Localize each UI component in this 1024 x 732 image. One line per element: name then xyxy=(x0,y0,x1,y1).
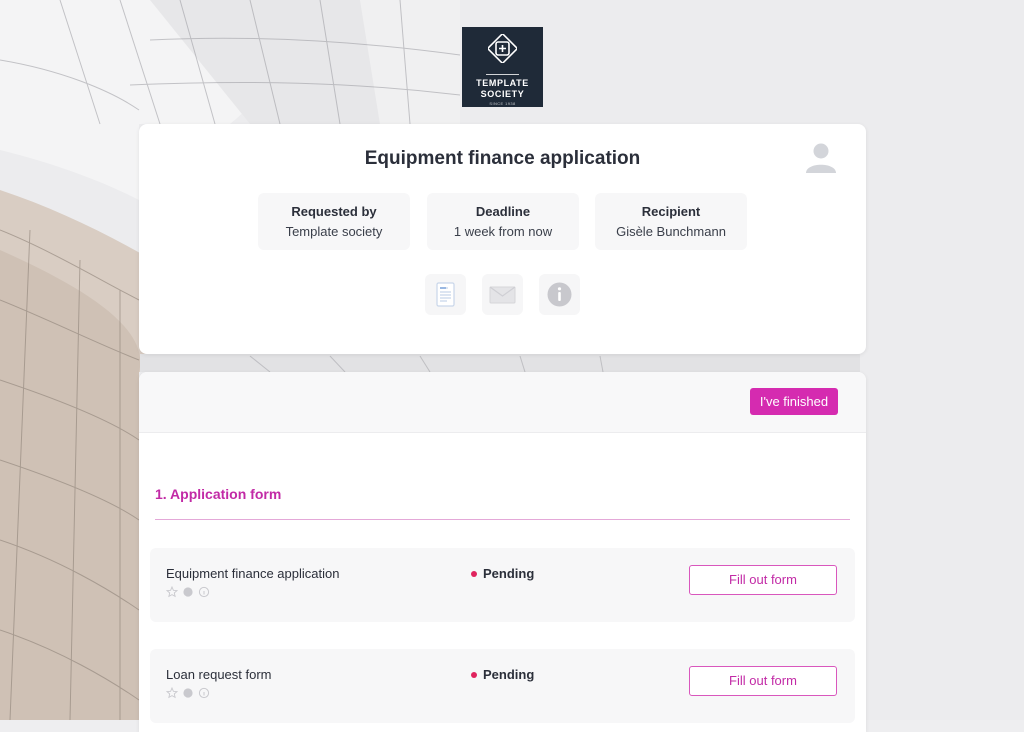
mail-icon xyxy=(489,286,516,304)
document-icon xyxy=(436,282,455,307)
forms-panel: I've finished 1. Application form Equipm… xyxy=(139,372,866,732)
requested-by-label: Requested by xyxy=(291,204,377,219)
star-icon xyxy=(166,586,179,598)
fill-out-form-button[interactable]: Fill out form xyxy=(689,565,837,595)
finished-button[interactable]: I've finished xyxy=(750,388,838,415)
requested-by-value: Template society xyxy=(285,224,383,239)
recipient-box: Recipient Gisèle Bunchmann xyxy=(595,193,747,250)
recipient-value: Gisèle Bunchmann xyxy=(616,224,726,239)
clock-icon xyxy=(183,688,193,698)
status-label: Pending xyxy=(483,566,535,581)
form-row: Loan request form Pending Fill out form xyxy=(150,649,855,723)
requested-by-box: Requested by Template society xyxy=(258,193,410,250)
clock-icon xyxy=(183,587,193,597)
star-icon xyxy=(166,687,179,699)
deadline-box: Deadline 1 week from now xyxy=(427,193,579,250)
status-dot xyxy=(471,571,477,577)
document-button[interactable] xyxy=(425,274,466,315)
form-meta-icons xyxy=(166,687,210,699)
form-name: Equipment finance application xyxy=(166,566,340,581)
request-summary-card: Equipment finance application Requested … xyxy=(139,124,866,354)
section-divider xyxy=(155,519,850,520)
form-name: Loan request form xyxy=(166,667,272,682)
recipient-label: Recipient xyxy=(641,204,701,219)
section-title: 1. Application form xyxy=(155,486,282,502)
deadline-value: 1 week from now xyxy=(453,224,553,239)
form-row: Equipment finance application Pending Fi… xyxy=(150,548,855,622)
status-pending: Pending xyxy=(471,566,534,581)
brand-mark-icon xyxy=(488,34,517,63)
status-pending: Pending xyxy=(471,667,534,682)
page-title: Equipment finance application xyxy=(364,148,641,169)
brand-line-2: SOCIETY xyxy=(480,89,525,99)
info-button[interactable] xyxy=(539,274,580,315)
info-icon xyxy=(547,282,572,307)
brand-logo: TEMPLATE SOCIETY SINCE 1938 xyxy=(462,27,543,107)
avatar-icon[interactable] xyxy=(804,140,838,174)
status-label: Pending xyxy=(483,667,535,682)
deadline-label: Deadline xyxy=(475,204,531,219)
panel-header: I've finished xyxy=(139,372,866,433)
status-dot xyxy=(471,672,477,678)
email-button[interactable] xyxy=(482,274,523,315)
brand-line-1: TEMPLATE xyxy=(476,78,529,88)
fill-out-form-button[interactable]: Fill out form xyxy=(689,666,837,696)
form-meta-icons xyxy=(166,586,210,598)
brand-line-3: SINCE 1938 xyxy=(489,101,516,106)
